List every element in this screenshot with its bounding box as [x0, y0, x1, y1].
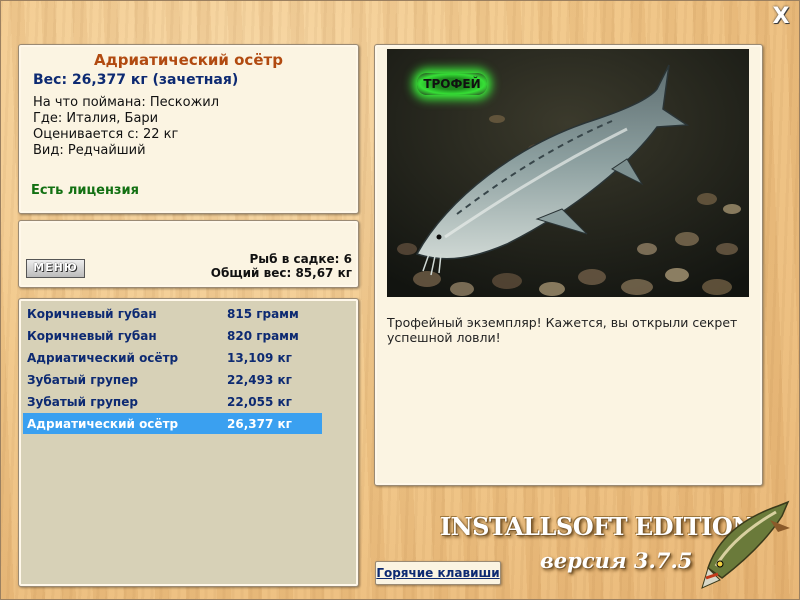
list-item-weight: 13,109 кг: [227, 351, 292, 365]
license-status: Есть лицензия: [31, 183, 139, 198]
list-item[interactable]: Коричневый губан 815 грамм: [23, 303, 322, 324]
list-item[interactable]: Коричневый губан 820 грамм: [23, 325, 322, 346]
list-item-name: Зубатый групер: [27, 395, 138, 409]
fish-bait: На что поймана: Пескожил: [33, 95, 220, 110]
list-item[interactable]: Адриатический осётр 13,109 кг: [23, 347, 322, 368]
list-item-weight: 22,055 кг: [227, 395, 292, 409]
close-icon[interactable]: X: [770, 6, 792, 28]
fish-rated-from: Оценивается с: 22 кг: [33, 127, 179, 142]
list-item[interactable]: Зубатый групер 22,055 кг: [23, 391, 322, 412]
list-item-weight: 22,493 кг: [227, 373, 292, 387]
keepnet-fish-count: Рыб в садке: 6: [249, 252, 353, 266]
fish-photo: ТРОФЕЙ: [387, 49, 749, 297]
trophy-badge: ТРОФЕЙ: [417, 73, 487, 95]
catch-list: Коричневый губан 815 грамм Коричневый гу…: [18, 298, 359, 587]
fish-info-panel: Адриатический осётр Вес: 26,377 кг (заче…: [18, 44, 359, 214]
menu-button[interactable]: МЕНЮ: [26, 259, 85, 278]
keepnet-panel: МЕНЮ Рыб в садке: 6 Общий вес: 85,67 кг: [18, 220, 359, 288]
list-item-weight: 820 грамм: [227, 329, 299, 343]
hotkeys-button[interactable]: Горячие клавиши: [375, 561, 501, 585]
list-item-selected[interactable]: Адриатический осётр 26,377 кг: [23, 413, 322, 434]
list-item-weight: 26,377 кг: [227, 417, 292, 431]
list-item[interactable]: Зубатый групер 22,493 кг: [23, 369, 322, 390]
version-label: версия 3.7.5: [540, 548, 693, 573]
fish-weight: Вес: 26,377 кг (зачетная): [33, 72, 239, 88]
catch-description: Трофейный экземпляр! Кажется, вы открыли…: [387, 315, 738, 345]
list-item-name: Зубатый групер: [27, 373, 138, 387]
list-item-name: Коричневый губан: [27, 307, 157, 321]
list-item-name: Адриатический осётр: [27, 351, 179, 365]
hotkeys-label: Горячие клавиши: [376, 566, 500, 580]
list-item-name: Адриатический осётр: [27, 417, 179, 431]
pike-logo-icon: [701, 500, 790, 589]
keepnet-total-weight: Общий вес: 85,67 кг: [210, 266, 352, 280]
fish-title: Адриатический осётр: [94, 51, 283, 69]
list-item-name: Коричневый губан: [27, 329, 157, 343]
fish-rarity: Вид: Редчайший: [33, 143, 146, 158]
fish-location: Где: Италия, Бари: [33, 111, 159, 126]
fish-photo-panel: ТРОФЕЙ Трофейный экземпляр! Кажется, вы …: [374, 44, 763, 486]
list-item-weight: 815 грамм: [227, 307, 299, 321]
